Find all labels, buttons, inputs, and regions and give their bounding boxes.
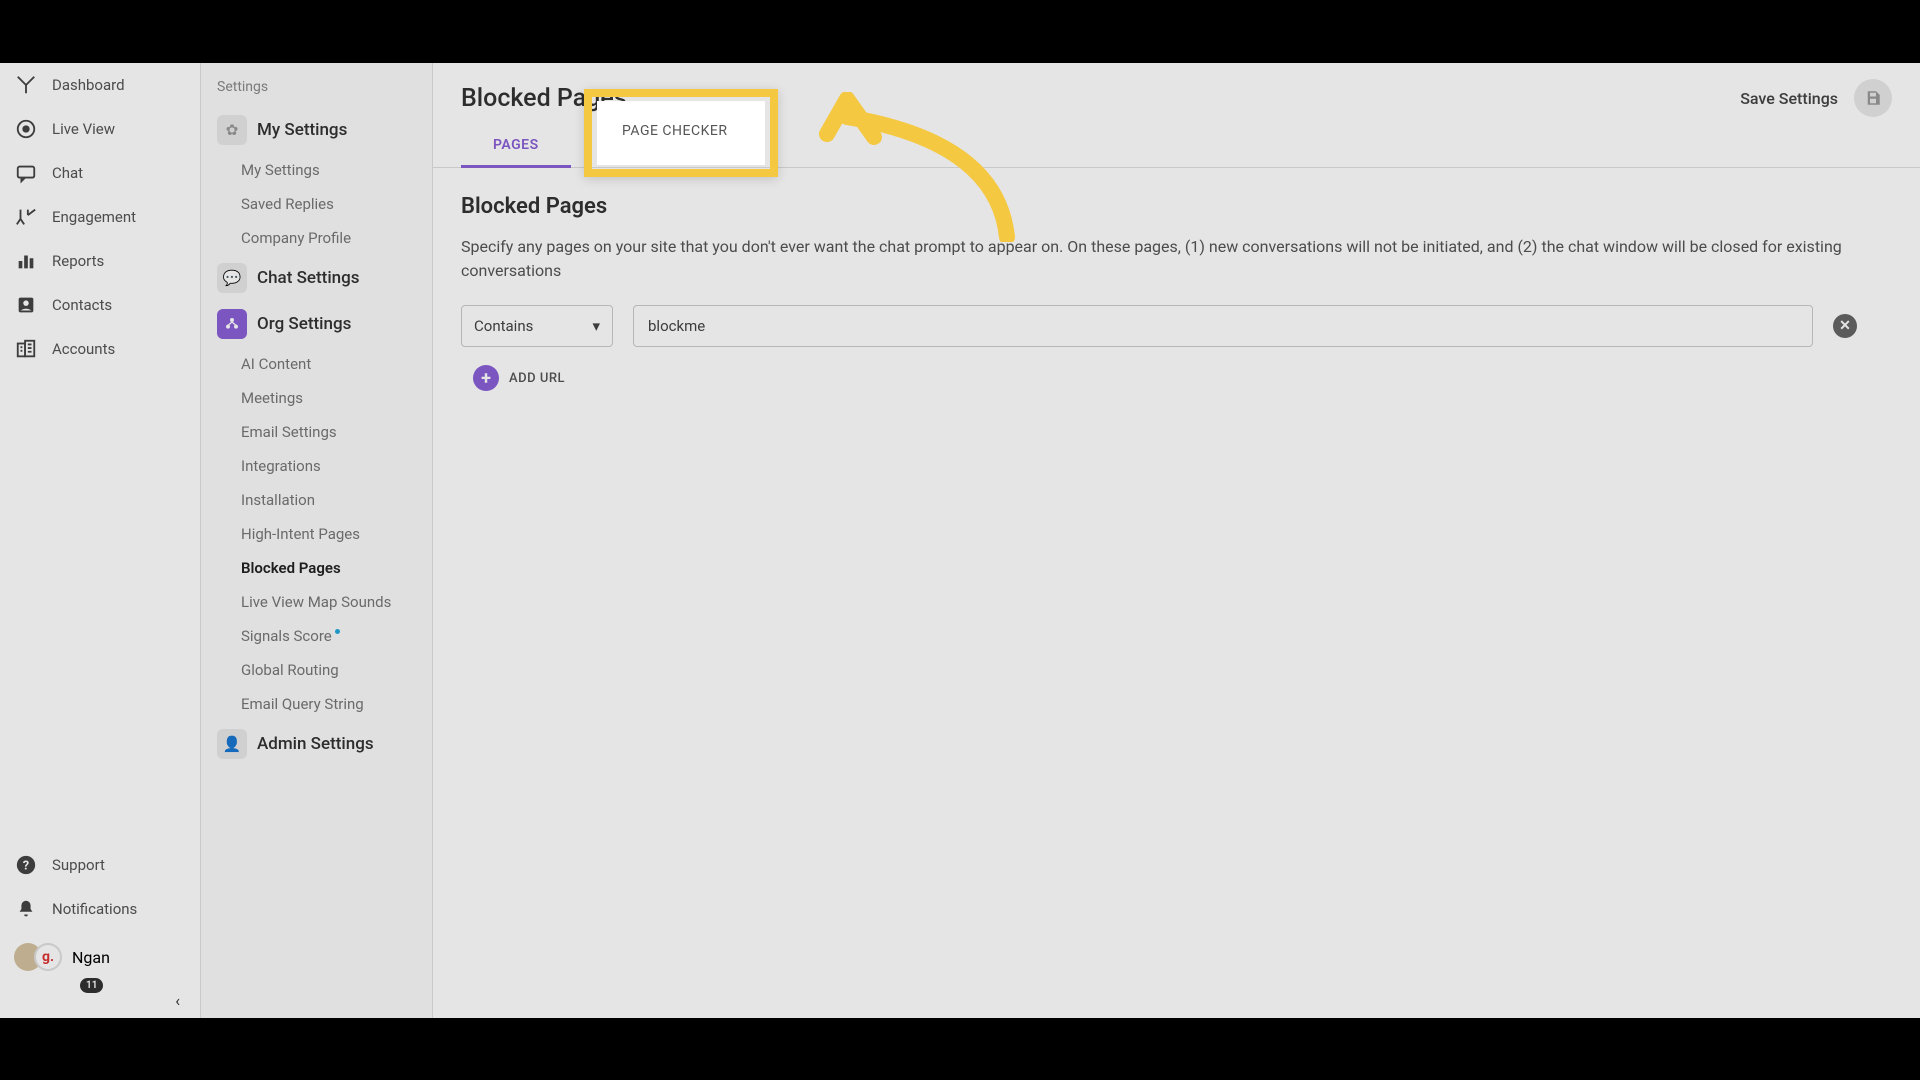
avatar-stack: g. (14, 941, 58, 973)
section-title: Blocked Pages (461, 194, 1892, 219)
close-icon: ✕ (1839, 318, 1851, 334)
avatar-initial: g. (34, 943, 62, 971)
bell-icon (14, 897, 38, 921)
nav-reports[interactable]: Reports (0, 239, 200, 283)
sub-global-routing[interactable]: Global Routing (201, 653, 432, 687)
user-name: Ngan (72, 948, 110, 967)
header-right: Save Settings (1740, 79, 1892, 117)
nav-dashboard[interactable]: Dashboard (0, 63, 200, 107)
url-row: Contains ▾ ✕ (461, 305, 1892, 347)
group-label: Chat Settings (257, 268, 360, 288)
url-input[interactable] (633, 305, 1813, 347)
sub-integrations[interactable]: Integrations (201, 449, 432, 483)
group-org-settings[interactable]: Org Settings (201, 301, 432, 347)
nav-accounts[interactable]: Accounts (0, 327, 200, 371)
nav-label: Support (52, 856, 105, 874)
sub-live-view-sounds[interactable]: Live View Map Sounds (201, 585, 432, 619)
group-label: Admin Settings (257, 734, 374, 754)
group-my-settings[interactable]: ✿ My Settings (201, 107, 432, 153)
chevron-down-icon: ▾ (592, 317, 600, 335)
support-icon: ? (14, 853, 38, 877)
chat-settings-icon: 💬 (217, 263, 247, 293)
add-url-label: ADD URL (509, 371, 565, 386)
settings-header: Settings (201, 75, 432, 107)
sub-my-settings[interactable]: My Settings (201, 153, 432, 187)
nav-label: Dashboard (52, 76, 125, 94)
page-title: Blocked Pages (461, 84, 627, 113)
group-admin-settings[interactable]: 👤 Admin Settings (201, 721, 432, 767)
group-label: My Settings (257, 120, 347, 140)
app: Dashboard Live View Chat Engagement Repo… (0, 63, 1920, 1018)
save-settings-label: Save Settings (1740, 89, 1838, 108)
settings-sidebar: Settings ✿ My Settings My Settings Saved… (201, 63, 433, 1018)
tabs: PAGES PAGE CHECKER (433, 123, 1920, 168)
sub-email-query[interactable]: Email Query String (201, 687, 432, 721)
nav-label: Contacts (52, 296, 112, 314)
save-button[interactable] (1854, 79, 1892, 117)
admin-icon: 👤 (217, 729, 247, 759)
dashboard-icon (14, 73, 38, 97)
content: Blocked Pages Specify any pages on your … (433, 168, 1920, 1018)
nav-contacts[interactable]: Contacts (0, 283, 200, 327)
nav-support[interactable]: ? Support (0, 843, 200, 887)
main-header: Blocked Pages Save Settings (433, 63, 1920, 117)
plus-icon: + (473, 365, 499, 391)
nav-label: Notifications (52, 900, 137, 918)
nav-live-view[interactable]: Live View (0, 107, 200, 151)
tab-pages[interactable]: PAGES (461, 123, 571, 167)
nav-label: Live View (52, 120, 115, 138)
nav-notifications[interactable]: Notifications (0, 887, 200, 931)
sub-meetings[interactable]: Meetings (201, 381, 432, 415)
main-nav-sidebar: Dashboard Live View Chat Engagement Repo… (0, 63, 201, 1018)
sub-ai-content[interactable]: AI Content (201, 347, 432, 381)
sub-company-profile[interactable]: Company Profile (201, 221, 432, 255)
main-content: Blocked Pages Save Settings PAGES PAGE C… (433, 63, 1920, 1018)
group-label: Org Settings (257, 314, 351, 334)
select-value: Contains (474, 317, 533, 335)
nav-label: Reports (52, 252, 104, 270)
gear-icon: ✿ (217, 115, 247, 145)
save-icon (1864, 89, 1882, 107)
description: Specify any pages on your site that you … (461, 235, 1881, 283)
remove-url-button[interactable]: ✕ (1833, 314, 1857, 338)
contacts-icon (14, 293, 38, 317)
user-profile[interactable]: g. Ngan 11 (0, 931, 200, 983)
nav-engagement[interactable]: Engagement (0, 195, 200, 239)
collapse-sidebar-icon[interactable]: ‹ (175, 991, 180, 1010)
reports-icon (14, 249, 38, 273)
svg-text:?: ? (23, 859, 29, 874)
sub-high-intent[interactable]: High-Intent Pages (201, 517, 432, 551)
sub-email-settings[interactable]: Email Settings (201, 415, 432, 449)
add-url-button[interactable]: + ADD URL (461, 359, 1892, 397)
accounts-icon (14, 337, 38, 361)
liveview-icon (14, 117, 38, 141)
nav-bottom: ? Support Notifications g. Ngan 11 ‹ (0, 843, 200, 1018)
nav-label: Accounts (52, 340, 115, 358)
chat-icon (14, 161, 38, 185)
condition-select[interactable]: Contains ▾ (461, 305, 613, 347)
sub-installation[interactable]: Installation (201, 483, 432, 517)
sub-signals-score[interactable]: Signals Score (201, 619, 432, 653)
nav-label: Engagement (52, 208, 136, 226)
notification-badge: 11 (80, 978, 103, 993)
nav-chat[interactable]: Chat (0, 151, 200, 195)
nav-label: Chat (52, 164, 83, 182)
sub-saved-replies[interactable]: Saved Replies (201, 187, 432, 221)
group-chat-settings[interactable]: 💬 Chat Settings (201, 255, 432, 301)
new-dot-icon (335, 629, 340, 634)
engagement-icon (14, 205, 38, 229)
tab-page-checker[interactable]: PAGE CHECKER (571, 123, 740, 167)
sub-blocked-pages[interactable]: Blocked Pages (201, 551, 432, 585)
org-icon (217, 309, 247, 339)
